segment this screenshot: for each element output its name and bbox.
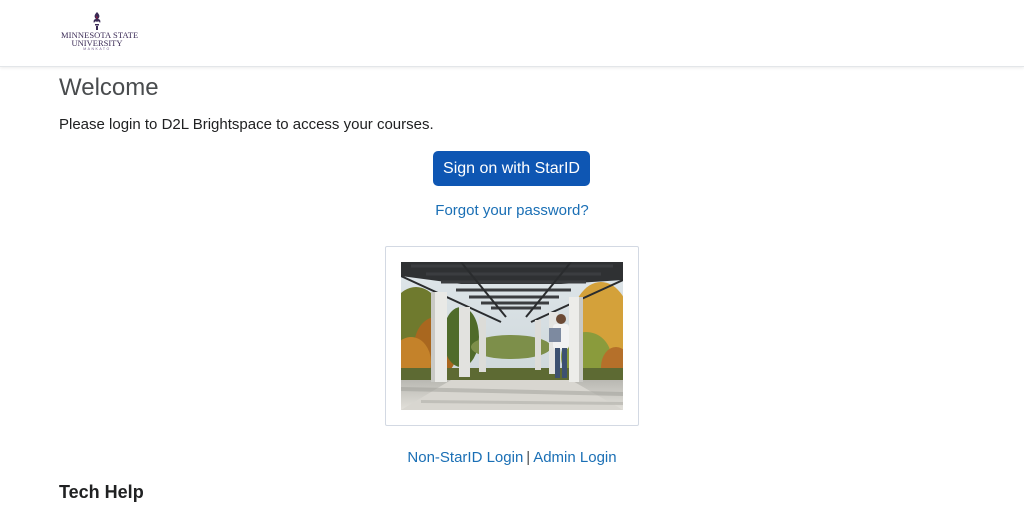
logo-text-line2: UNIVERSITY — [71, 38, 123, 48]
university-logo[interactable]: MINNESOTA STATE UNIVERSITY MANKATO — [61, 12, 138, 54]
site-header: MINNESOTA STATE UNIVERSITY MANKATO — [0, 0, 1024, 67]
tech-help-heading: Tech Help — [59, 482, 144, 502]
campus-pergola-photo — [401, 262, 623, 410]
non-starid-login-link[interactable]: Non-StarID Login — [407, 449, 523, 466]
intro-text: Please login to D2L Brightspace to acces… — [59, 116, 434, 133]
admin-login-link[interactable]: Admin Login — [533, 449, 616, 466]
alternate-login-links: Non-StarID Login | Admin Login — [0, 449, 1024, 466]
photo-frame — [385, 246, 639, 426]
forgot-password-container: Forgot your password? — [0, 202, 1024, 219]
page-title: Welcome — [59, 74, 159, 101]
flame-torch-icon — [93, 12, 101, 30]
link-separator: | — [526, 449, 531, 466]
signon-starid-button[interactable]: Sign on with StarID — [433, 151, 590, 186]
forgot-password-link[interactable]: Forgot your password? — [435, 202, 588, 219]
